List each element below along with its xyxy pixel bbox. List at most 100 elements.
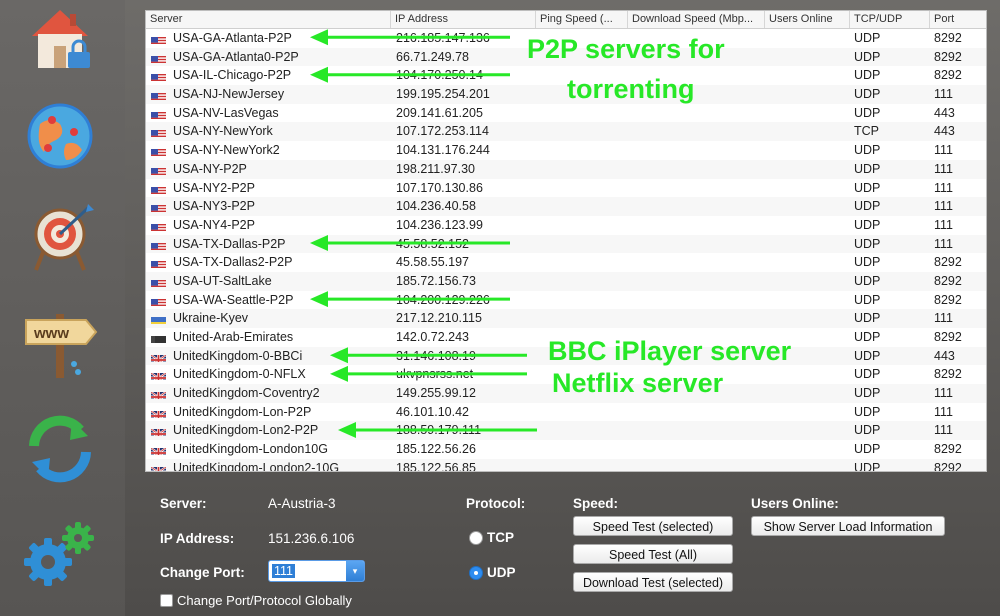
- protocol-udp-label[interactable]: UDP: [487, 565, 516, 580]
- cell-server-name: UnitedKingdom-0-NFLX: [173, 367, 306, 382]
- server-value: A-Austria-3: [268, 496, 336, 511]
- cell-protocol: UDP: [854, 367, 881, 382]
- table-row[interactable]: USA-NV-LasVegas 209.141.61.205 UDP 443: [146, 104, 986, 123]
- cell-port: 8292: [934, 49, 962, 64]
- speed-test-selected-button[interactable]: Speed Test (selected): [573, 516, 733, 536]
- cell-port: 8292: [934, 367, 962, 382]
- table-row[interactable]: USA-NY-NewYork 107.172.253.114 TCP 443: [146, 122, 986, 142]
- col-ip-address[interactable]: IP Address: [391, 11, 536, 28]
- table-body: USA-GA-Atlanta-P2P 216.185.147.136 UDP 8292…: [146, 29, 986, 472]
- col-users-online[interactable]: Users Online: [765, 11, 850, 28]
- cell-server-name: USA-GA-Atlanta0-P2P: [173, 49, 299, 64]
- cell-server-name: USA-IL-Chicago-P2P: [173, 68, 292, 83]
- table-row[interactable]: USA-IL-Chicago-P2P 104.170.250.14 UDP 8292: [146, 66, 986, 85]
- sidebar: www: [0, 0, 125, 616]
- flag-us-icon: [151, 34, 166, 44]
- flag-uk-icon: [151, 408, 166, 418]
- settings-gears-icon[interactable]: [22, 516, 98, 592]
- cell-protocol: TCP: [854, 124, 879, 139]
- col-ping-speed[interactable]: Ping Speed (...: [536, 11, 628, 28]
- cell-protocol: UDP: [854, 217, 881, 232]
- speed-label: Speed:: [573, 496, 619, 511]
- table-row[interactable]: USA-NJ-NewJersey 199.195.254.201 UDP 111: [146, 85, 986, 104]
- cell-server-name: USA-NY-NewYork2: [173, 143, 280, 158]
- table-row[interactable]: USA-WA-Seattle-P2P 104.200.129.226 UDP 8292: [146, 291, 986, 310]
- cell-port: 111: [934, 180, 954, 195]
- change-port-label: Change Port:: [160, 565, 245, 580]
- col-port[interactable]: Port: [930, 11, 986, 28]
- protocol-tcp-label[interactable]: TCP: [487, 530, 514, 545]
- flag-us-icon: [151, 127, 166, 138]
- cell-server-name: USA-UT-SaltLake: [173, 273, 272, 288]
- cell-server-name: USA-NY-NewYork: [173, 124, 273, 139]
- port-select-value: 111: [272, 564, 296, 578]
- protocol-udp-radio[interactable]: [469, 566, 483, 580]
- table-row[interactable]: UnitedKingdom-London10G 185.122.56.26 UDP 8…: [146, 440, 986, 459]
- table-row[interactable]: Ukraine-Kyev 217.12.210.115 UDP 111: [146, 309, 986, 328]
- col-download-speed[interactable]: Download Speed (Mbp...: [628, 11, 765, 28]
- flag-uk-icon: [151, 370, 166, 381]
- cell-port: 8292: [934, 442, 962, 457]
- cell-server-name: United-Arab-Emirates: [173, 330, 294, 344]
- speed-test-all-button[interactable]: Speed Test (All): [573, 544, 733, 564]
- cell-server-name: USA-NY2-P2P: [173, 180, 255, 195]
- cell-protocol: UDP: [854, 311, 881, 326]
- table-row[interactable]: UnitedKingdom-Lon-P2P 46.101.10.42 UDP 111: [146, 403, 986, 422]
- table-row[interactable]: USA-TX-Dallas2-P2P 45.58.55.197 UDP 8292: [146, 253, 986, 272]
- change-port-globally-checkbox[interactable]: [160, 594, 173, 607]
- flag-ae-icon: [151, 333, 166, 343]
- port-select[interactable]: 111 ▾: [268, 560, 365, 582]
- show-server-load-button[interactable]: Show Server Load Information: [751, 516, 945, 536]
- chevron-down-icon[interactable]: ▾: [346, 561, 364, 581]
- cell-protocol: UDP: [854, 423, 881, 438]
- col-tcp-udp[interactable]: TCP/UDP: [850, 11, 930, 28]
- cell-protocol: UDP: [854, 199, 881, 214]
- cell-port: 8292: [934, 292, 962, 307]
- cell-port: 111: [934, 143, 954, 158]
- cell-protocol: UDP: [854, 236, 881, 251]
- cell-port: 111: [934, 87, 954, 102]
- col-server[interactable]: Server: [146, 11, 391, 28]
- table-row[interactable]: USA-TX-Dallas-P2P 45.58.52.152 UDP 111: [146, 234, 986, 254]
- server-table[interactable]: Server IP Address Ping Speed (... Downlo…: [145, 10, 987, 472]
- flag-us-icon: [151, 71, 166, 82]
- flag-us-icon: [151, 53, 166, 63]
- table-row[interactable]: USA-NY2-P2P 107.170.130.86 UDP 111: [146, 179, 986, 198]
- cell-ip-address: 199.195.254.201: [396, 87, 490, 102]
- cell-ip-address: 185.122.56.85: [396, 460, 476, 472]
- cell-port: 111: [934, 423, 954, 438]
- target-icon[interactable]: [22, 200, 98, 276]
- download-test-selected-button[interactable]: Download Test (selected): [573, 572, 733, 592]
- cell-ip-address: 209.141.61.205: [396, 105, 483, 120]
- cell-port: 8292: [934, 330, 962, 344]
- www-signpost-icon[interactable]: www: [22, 300, 98, 378]
- table-row[interactable]: UnitedKingdom-London2-10G 185.122.56.85 UD…: [146, 458, 986, 472]
- annotation-p2p-line2: torrenting: [567, 74, 695, 104]
- globe-pins-icon[interactable]: [22, 98, 98, 174]
- cell-ip-address: 188.59.179.111: [396, 423, 482, 438]
- table-row[interactable]: USA-NY3-P2P 104.236.40.58 UDP 111: [146, 197, 986, 216]
- cell-port: 8292: [934, 68, 962, 83]
- table-row[interactable]: USA-NY4-P2P 104.236.123.99 UDP 111: [146, 216, 986, 235]
- cell-ip-address: 107.172.253.114: [396, 124, 489, 139]
- home-lock-icon[interactable]: [22, 2, 98, 78]
- table-row[interactable]: UnitedKingdom-Lon2-P2P 188.59.179.111 UDP 1…: [146, 421, 986, 441]
- cell-ip-address: 31.146.108.19: [396, 348, 476, 363]
- cell-ip-address: 185.122.56.26: [396, 442, 476, 457]
- cell-server-name: USA-TX-Dallas2-P2P: [173, 255, 293, 270]
- annotation-netflix: Netflix server: [552, 368, 724, 398]
- refresh-icon[interactable]: [22, 410, 98, 486]
- table-row[interactable]: USA-NY-P2P 198.211.97.30 UDP 111: [146, 159, 986, 179]
- cell-server-name: UnitedKingdom-0-BBCi: [173, 348, 303, 363]
- change-port-globally-label[interactable]: Change Port/Protocol Globally: [177, 593, 352, 608]
- cell-server-name: UnitedKingdom-London2-10G: [173, 460, 340, 472]
- cell-port: 443: [934, 124, 955, 139]
- protocol-tcp-radio[interactable]: [469, 531, 483, 545]
- cell-ip-address: 45.58.55.197: [396, 255, 469, 270]
- table-row[interactable]: USA-UT-SaltLake 185.72.156.73 UDP 8292: [146, 271, 986, 291]
- cell-port: 8292: [934, 31, 962, 45]
- flag-uk-icon: [151, 464, 166, 471]
- cell-protocol: UDP: [854, 386, 881, 401]
- table-row[interactable]: USA-NY-NewYork2 104.131.176.244 UDP 111: [146, 141, 986, 160]
- flag-us-icon: [151, 296, 166, 306]
